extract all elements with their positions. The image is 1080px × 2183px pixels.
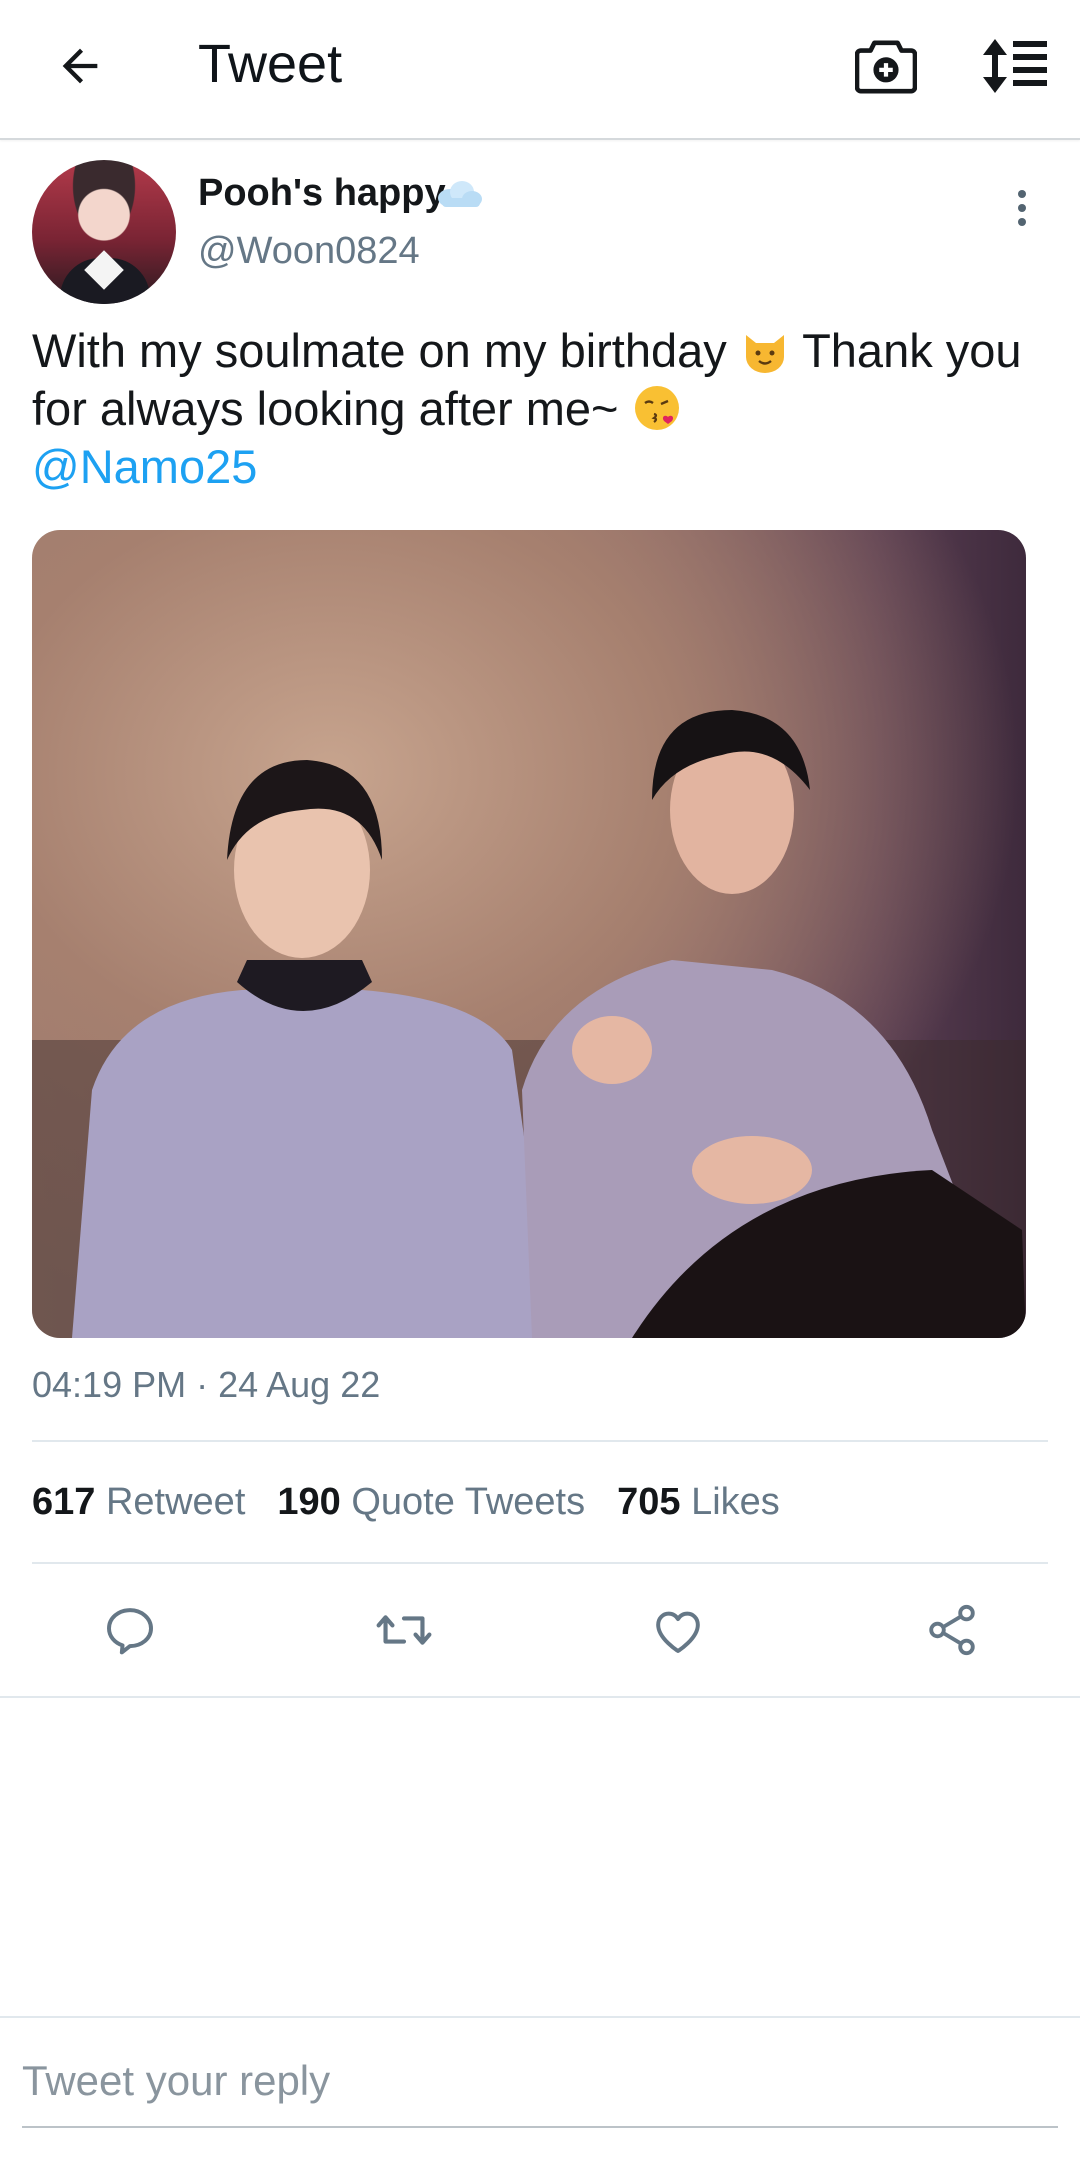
tweet-timestamp: 04:19 PM · 24 Aug 22 [32, 1364, 381, 1405]
camera-button[interactable] [846, 26, 926, 106]
retweet-button[interactable] [366, 1592, 442, 1668]
tweet-text: With my soulmate on my birthday Thank yo… [32, 322, 1022, 496]
action-bar [0, 1564, 1080, 1698]
reply-icon [107, 1608, 153, 1655]
quote-tweets-stat[interactable]: 190 Quote Tweets [277, 1478, 585, 1526]
page-title: Tweet [198, 34, 343, 94]
like-button[interactable] [640, 1592, 716, 1668]
more-options-button[interactable] [1004, 180, 1040, 236]
tweet-text-part1: With my soulmate on my birthday [32, 324, 727, 377]
divider [32, 1440, 1048, 1442]
like-icon [656, 1611, 700, 1653]
back-button[interactable] [40, 26, 120, 106]
reply-button[interactable] [92, 1592, 168, 1668]
mention-link[interactable]: @Namo25 [32, 440, 257, 493]
cloud-emoji [438, 181, 482, 207]
share-button[interactable] [914, 1592, 990, 1668]
top-app-bar: Tweet [0, 0, 1080, 140]
reply-input[interactable] [22, 2036, 1058, 2128]
retweet-icon [376, 1615, 432, 1645]
tweet-photo[interactable] [32, 530, 1026, 1338]
share-icon [929, 1604, 975, 1656]
likes-stat[interactable]: 705 Likes [617, 1478, 780, 1526]
reply-bar [0, 2016, 1080, 2150]
user-handle[interactable]: @Woon0824 [198, 228, 420, 274]
smiling-cat-emoji [745, 335, 784, 373]
photo-scene [32, 710, 1026, 1338]
sort-list-icon [983, 39, 1047, 93]
retweets-stat[interactable]: 617 Retweet [32, 1478, 245, 1526]
display-name[interactable]: Pooh's happy [198, 170, 446, 216]
arrow-left-icon [62, 48, 98, 84]
tweet-stats: 617 Retweet 190 Quote Tweets 705 Likes [32, 1478, 812, 1526]
more-options-icon [1018, 190, 1026, 198]
sort-button[interactable] [972, 26, 1058, 106]
kissing-face-emoji [634, 386, 679, 430]
avatar[interactable] [32, 160, 176, 304]
camera-plus-icon [855, 40, 917, 94]
